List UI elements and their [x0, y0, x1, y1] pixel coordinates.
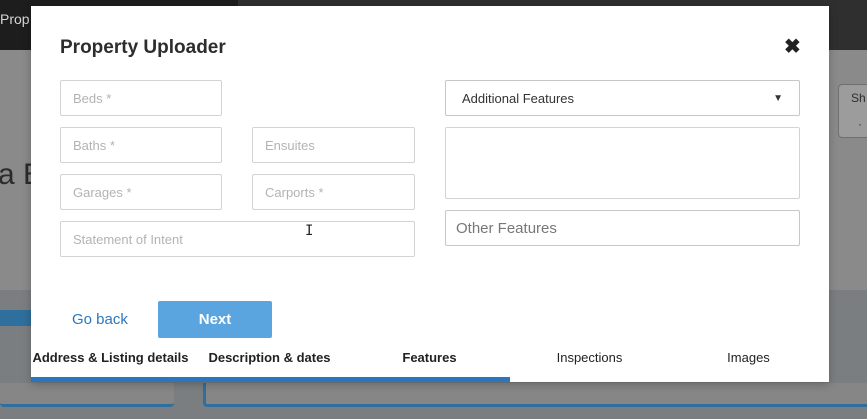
step-address-listing-details[interactable]: Address & Listing details [31, 350, 190, 365]
modal-title: Property Uploader [60, 37, 226, 58]
chevron-down-icon: ▼ [773, 92, 783, 104]
statement-of-intent-input[interactable] [60, 221, 415, 257]
baths-input[interactable] [60, 127, 222, 163]
close-icon[interactable]: ✖ [784, 36, 801, 58]
property-uploader-modal: Property Uploader ✖ Additional Features … [31, 6, 829, 382]
additional-features-list[interactable] [445, 127, 800, 199]
steps-progress-bar [31, 377, 510, 382]
background-card [203, 383, 867, 407]
background-accent-strip [0, 310, 32, 326]
background-share-icon: · [858, 117, 862, 131]
additional-features-selected: Additional Features [462, 90, 575, 106]
background-share-label: Sh [851, 91, 866, 105]
step-description-dates[interactable]: Description & dates [190, 350, 349, 365]
step-features[interactable]: Features [350, 350, 509, 365]
text-cursor-icon: I [305, 223, 314, 239]
wizard-steps: Address & Listing details Description & … [31, 346, 829, 382]
background-topbar-label: Prop [0, 11, 30, 27]
step-images[interactable]: Images [669, 350, 828, 365]
garages-input[interactable] [60, 174, 222, 210]
step-inspections[interactable]: Inspections [510, 350, 669, 365]
carports-input[interactable] [252, 174, 415, 210]
beds-input[interactable] [60, 80, 222, 116]
next-button[interactable]: Next [158, 301, 272, 338]
background-card [0, 383, 174, 407]
additional-features-select[interactable]: Additional Features ▼ [445, 80, 800, 116]
go-back-link[interactable]: Go back [72, 311, 128, 328]
ensuites-input[interactable] [252, 127, 415, 163]
other-features-input[interactable] [445, 210, 800, 246]
